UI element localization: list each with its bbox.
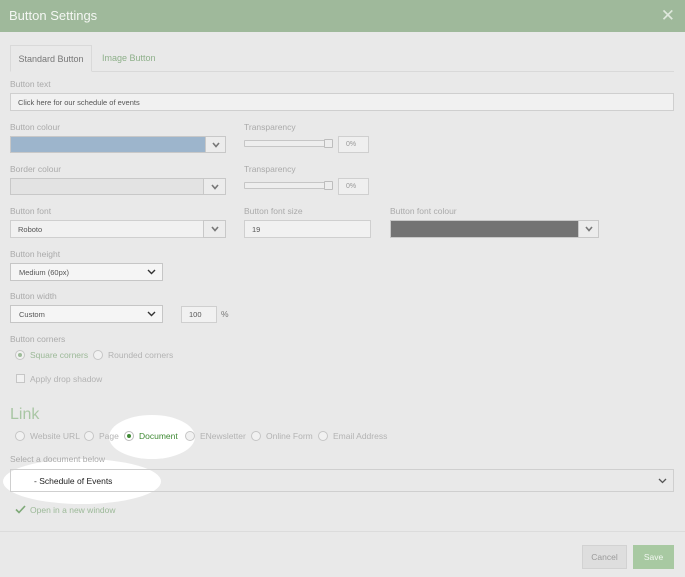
square-corners-radio[interactable] bbox=[15, 350, 25, 360]
document-select-label: Select a document below bbox=[10, 454, 105, 464]
document-select[interactable]: - Schedule of Events bbox=[10, 469, 674, 492]
border-transparency-label: Transparency bbox=[244, 164, 296, 174]
button-font-dropdown[interactable] bbox=[203, 220, 226, 238]
button-font-label: Button font bbox=[10, 206, 52, 216]
square-corners-label: Square corners bbox=[30, 350, 89, 360]
checkmark-icon[interactable] bbox=[15, 505, 26, 514]
border-transparency-slider[interactable] bbox=[244, 182, 332, 189]
chevron-down-icon bbox=[210, 226, 219, 232]
online-form-radio[interactable] bbox=[251, 431, 261, 441]
save-button[interactable]: Save bbox=[633, 545, 674, 569]
border-colour-label: Border colour bbox=[10, 164, 62, 174]
new-window-label: Open in a new window bbox=[30, 505, 116, 515]
tabs-divider bbox=[10, 71, 674, 72]
button-transparency-value[interactable]: 0% bbox=[338, 136, 369, 153]
button-font-size-label: Button font size bbox=[244, 206, 303, 216]
chevron-down-icon bbox=[147, 269, 156, 275]
chevron-down-icon bbox=[211, 141, 220, 148]
chevron-down-icon bbox=[584, 226, 593, 232]
page-label: Page bbox=[99, 431, 119, 441]
document-select-value: - Schedule of Events bbox=[34, 475, 113, 486]
button-colour-swatch[interactable] bbox=[10, 136, 206, 153]
button-height-value: Medium (60px) bbox=[19, 267, 70, 277]
dialog-title: Button Settings bbox=[9, 8, 98, 23]
button-transparency-label: Transparency bbox=[244, 122, 296, 132]
button-colour-label: Button colour bbox=[10, 122, 61, 132]
button-height-label: Button height bbox=[10, 249, 61, 259]
email-address-radio[interactable] bbox=[318, 431, 328, 441]
button-font-size-input[interactable]: 19 bbox=[244, 220, 371, 238]
button-font-colour-dropdown[interactable] bbox=[578, 220, 599, 238]
document-label: Document bbox=[139, 431, 178, 441]
button-corners-label: Button corners bbox=[10, 334, 66, 344]
enewsletter-radio[interactable] bbox=[185, 431, 195, 441]
button-transparency-slider[interactable] bbox=[244, 140, 332, 147]
drop-shadow-label: Apply drop shadow bbox=[30, 374, 103, 384]
tab-standard-button[interactable]: Standard Button bbox=[10, 45, 92, 72]
chevron-down-icon bbox=[658, 478, 667, 483]
button-width-unit: % bbox=[221, 309, 229, 319]
border-transparency-handle[interactable] bbox=[324, 181, 333, 190]
drop-shadow-checkbox[interactable] bbox=[16, 374, 25, 383]
page-radio[interactable] bbox=[84, 431, 94, 441]
button-font-select[interactable]: Roboto bbox=[10, 220, 204, 238]
border-colour-swatch[interactable] bbox=[10, 178, 204, 195]
button-width-value: Custom bbox=[19, 309, 45, 319]
button-font-colour-swatch[interactable] bbox=[390, 220, 579, 238]
tab-image-button[interactable]: Image Button bbox=[102, 53, 156, 63]
footer-divider bbox=[0, 531, 685, 532]
link-heading: Link bbox=[10, 406, 40, 423]
border-colour-dropdown[interactable] bbox=[203, 178, 226, 195]
button-text-input[interactable]: Click here for our schedule of events bbox=[10, 93, 674, 111]
rounded-corners-radio[interactable] bbox=[93, 350, 103, 360]
button-width-custom-input[interactable]: 100 bbox=[181, 306, 217, 323]
close-icon[interactable]: ✕ bbox=[661, 7, 675, 24]
online-form-label: Online Form bbox=[266, 431, 313, 441]
document-radio[interactable] bbox=[124, 431, 134, 441]
button-text-label: Button text bbox=[10, 79, 51, 89]
chevron-down-icon bbox=[147, 311, 156, 317]
enewsletter-label: ENewsletter bbox=[200, 431, 246, 441]
dialog-header: Button Settings ✕ bbox=[0, 0, 685, 32]
website-url-radio[interactable] bbox=[15, 431, 25, 441]
email-address-label: Email Address bbox=[333, 431, 388, 441]
button-font-colour-label: Button font colour bbox=[390, 206, 457, 216]
button-width-label: Button width bbox=[10, 291, 57, 301]
website-url-label: Website URL bbox=[30, 431, 80, 441]
cancel-button[interactable]: Cancel bbox=[582, 545, 627, 569]
rounded-corners-label: Rounded corners bbox=[108, 350, 174, 360]
border-transparency-value[interactable]: 0% bbox=[338, 178, 369, 195]
button-transparency-handle[interactable] bbox=[324, 139, 333, 148]
button-colour-dropdown[interactable] bbox=[205, 136, 226, 153]
button-height-select[interactable]: Medium (60px) bbox=[10, 263, 163, 281]
chevron-down-icon bbox=[210, 183, 219, 190]
button-width-select[interactable]: Custom bbox=[10, 305, 163, 323]
